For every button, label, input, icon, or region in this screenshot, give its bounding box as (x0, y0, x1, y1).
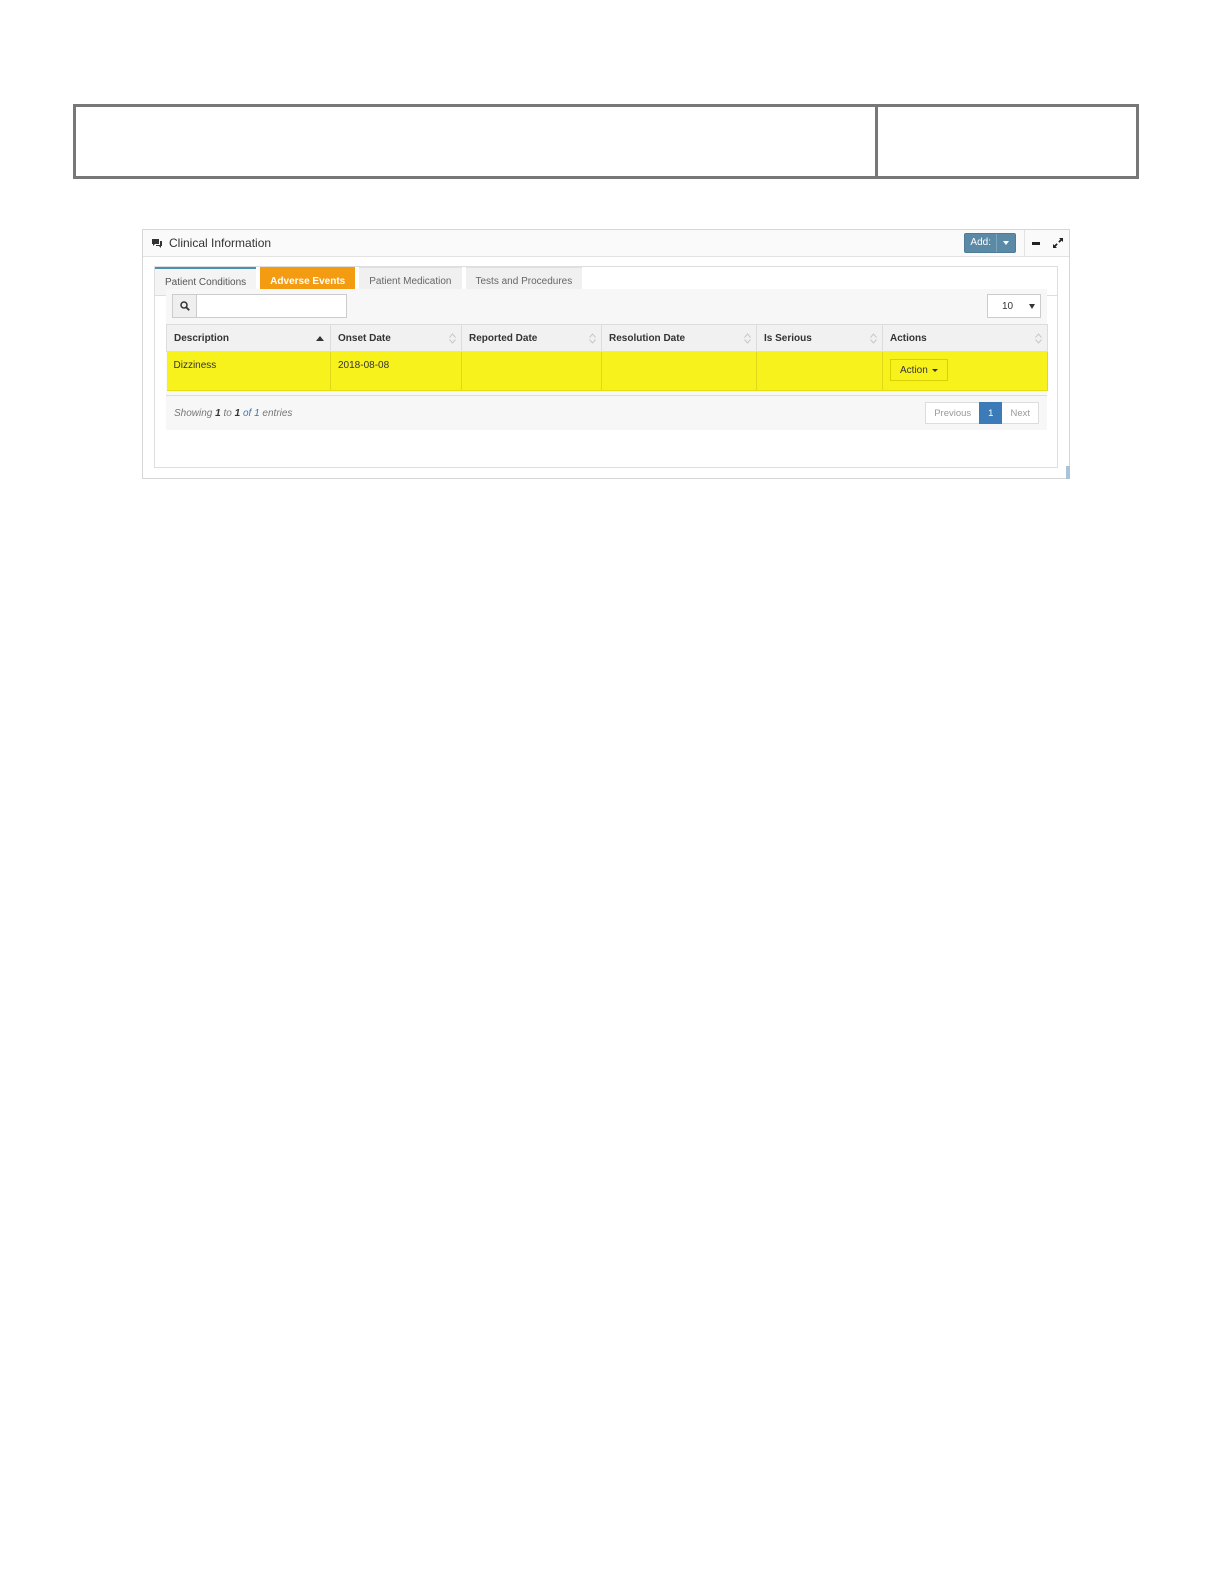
panel-header: Clinical Information Add: (143, 230, 1069, 257)
action-dropdown-button[interactable]: Action (890, 359, 948, 381)
action-button-label[interactable]: Action (900, 365, 928, 376)
next-page-button[interactable]: Next (1002, 402, 1039, 424)
sort-ascending-icon (316, 336, 324, 341)
adverse-events-table-wrapper: 10 Description Onset Date Reported Date (166, 289, 1048, 430)
add-dropdown-button[interactable]: Add: (964, 233, 1016, 253)
table-footer: Showing 1 to 1 of 1 entries Previous 1 N… (166, 395, 1047, 430)
cell-resolution-date (601, 351, 757, 391)
column-header-description[interactable]: Description (166, 324, 331, 352)
tab-container: Patient Conditions Adverse Events Patien… (154, 266, 1058, 468)
info-end: 1 (234, 408, 241, 419)
clinical-information-panel: Clinical Information Add: Patient Condit… (142, 229, 1070, 479)
column-label: Onset Date (338, 332, 391, 344)
cell-description: Dizziness (166, 351, 331, 391)
info-suffix: entries (262, 408, 293, 419)
column-label: Actions (890, 332, 927, 344)
column-label: Reported Date (469, 332, 538, 344)
minus-icon (1032, 241, 1040, 245)
column-header-is-serious[interactable]: Is Serious (756, 324, 883, 352)
page-length-value: 10 (1002, 301, 1014, 312)
previous-page-button[interactable]: Previous (925, 402, 980, 424)
info-prefix: Showing (174, 408, 213, 419)
page-length-select[interactable]: 10 (987, 294, 1041, 318)
cell-onset-date: 2018-08-08 (330, 351, 462, 391)
table-info: Showing 1 to 1 of 1 entries (174, 408, 292, 419)
column-header-reported-date[interactable]: Reported Date (461, 324, 602, 352)
table-row[interactable]: Dizziness 2018-08-08 Action (166, 351, 1048, 391)
cell-actions: Action (882, 351, 1048, 391)
cell-text: Dizziness (173, 360, 217, 371)
adverse-events-table: Description Onset Date Reported Date Res… (166, 324, 1048, 391)
scrollbar-thumb[interactable] (1066, 466, 1070, 479)
expand-icon (1053, 238, 1063, 248)
sort-icon (744, 333, 751, 344)
column-header-resolution-date[interactable]: Resolution Date (601, 324, 757, 352)
info-total: 1 (254, 408, 260, 419)
panel-title: Clinical Information (151, 236, 271, 250)
info-start: 1 (215, 408, 221, 419)
sort-icon (870, 333, 877, 344)
panel-toolbar: Add: (964, 230, 1069, 256)
page-1-button[interactable]: 1 (979, 402, 1003, 424)
fullscreen-button[interactable] (1047, 230, 1069, 256)
column-label: Description (174, 332, 230, 344)
table-header-row: Description Onset Date Reported Date Res… (166, 324, 1048, 352)
comments-icon (152, 239, 162, 248)
sort-icon (1035, 333, 1042, 344)
header-cell-right (878, 107, 1136, 176)
search-icon (179, 301, 190, 311)
pagination: Previous 1 Next (925, 402, 1039, 424)
panel-title-text: Clinical Information (169, 236, 272, 250)
collapse-button[interactable] (1025, 230, 1047, 256)
caret-down-icon (1029, 304, 1035, 309)
column-header-actions[interactable]: Actions (882, 324, 1048, 352)
table-search (172, 294, 347, 318)
sort-icon (449, 333, 456, 344)
cell-text: 2018-08-08 (338, 360, 390, 371)
header-cell-left (76, 107, 878, 176)
info-to: to (223, 408, 232, 419)
search-input[interactable] (196, 294, 347, 318)
document-header-table (73, 104, 1139, 179)
info-of: of (242, 408, 252, 419)
chevron-down-icon[interactable] (931, 368, 938, 372)
search-addon (172, 294, 196, 318)
add-button-label[interactable]: Add: (965, 234, 997, 252)
column-header-onset-date[interactable]: Onset Date (330, 324, 462, 352)
column-label: Resolution Date (609, 332, 686, 344)
cell-is-serious (756, 351, 883, 391)
cell-reported-date (461, 351, 602, 391)
column-label: Is Serious (764, 332, 812, 344)
chevron-down-icon[interactable] (997, 234, 1015, 252)
sort-icon (589, 333, 596, 344)
